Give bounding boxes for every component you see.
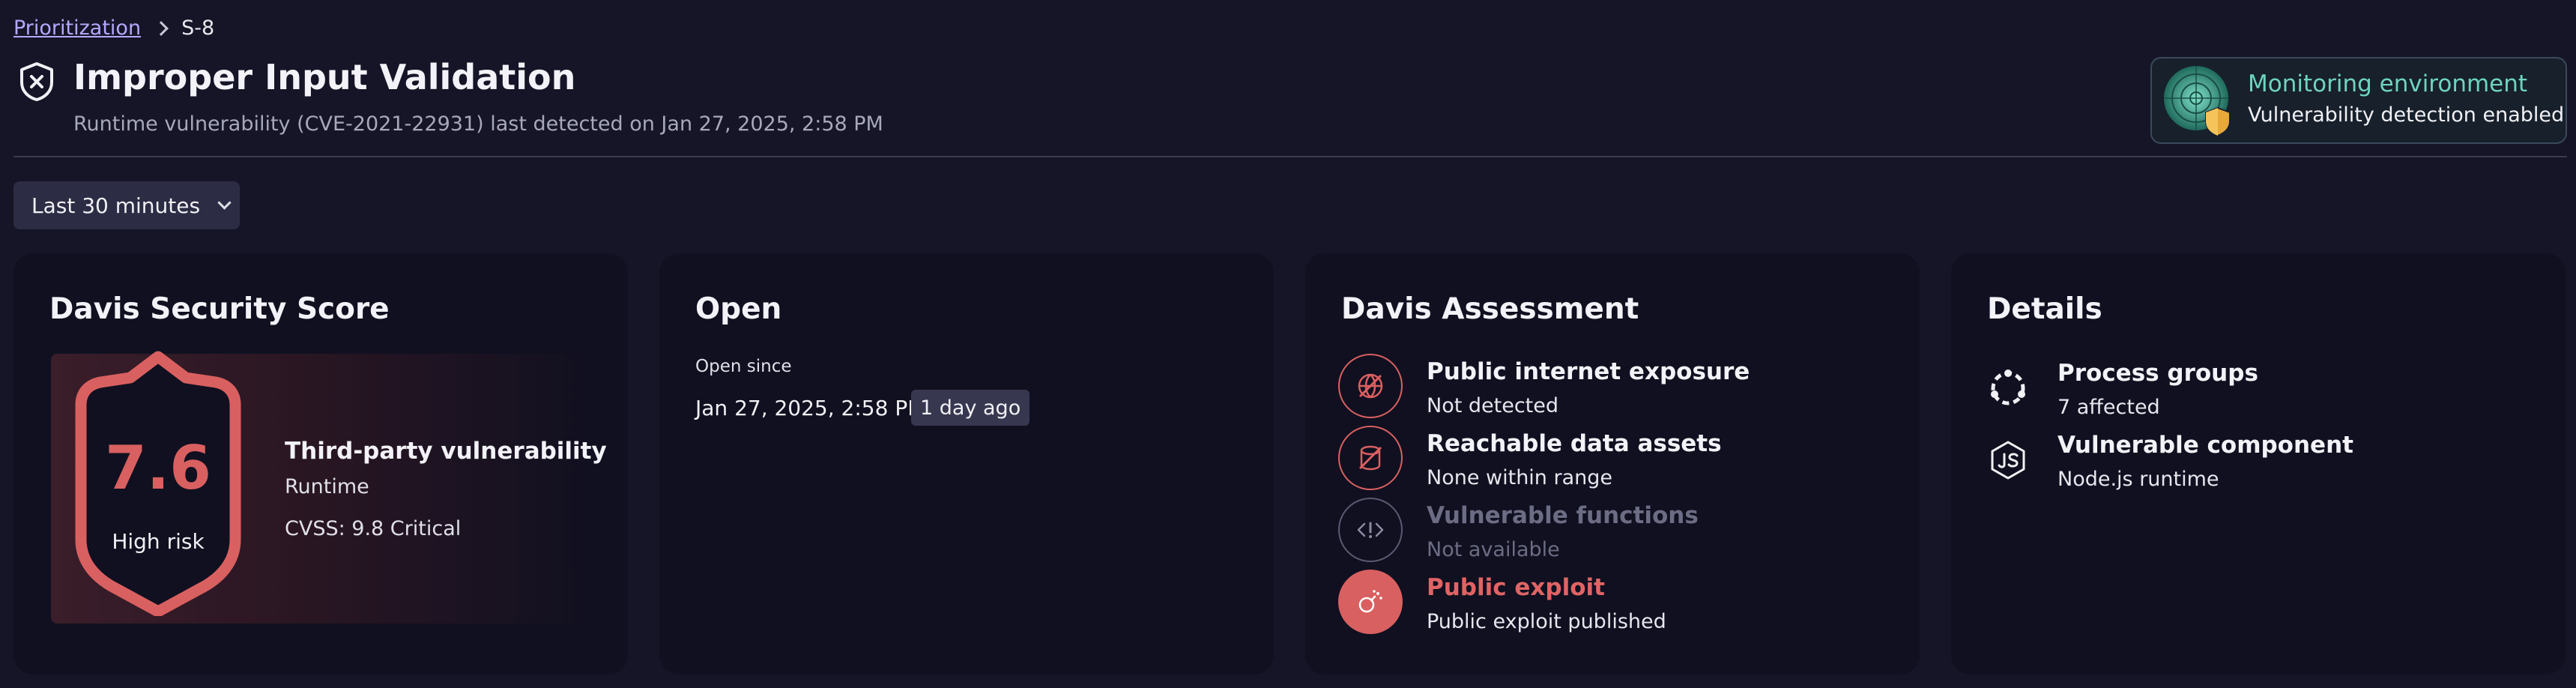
card-title: Details (1987, 292, 2102, 326)
detail-item-process-groups[interactable]: Process groups 7 affected (1984, 357, 2539, 424)
vulnerability-type: Third-party vulnerability (285, 438, 607, 465)
open-status-card: Open Open since Jan 27, 2025, 2:58 PM 1 … (659, 253, 1274, 675)
card-title: Davis Security Score (49, 292, 390, 326)
assessment-value: None within range (1427, 466, 1613, 489)
assessment-item-vulnerable-functions[interactable]: Vulnerable functions Not available (1338, 498, 1893, 565)
davis-security-score-card: Davis Security Score 7.6 High risk Third… (13, 253, 628, 675)
score-value: 7.6 (105, 433, 211, 503)
assessment-item-public-exploit[interactable]: Public exploit Public exploit published (1338, 570, 1893, 637)
shield-x-icon (20, 62, 53, 101)
detail-item-vulnerable-component[interactable]: Vulnerable component Node.js runtime (1984, 429, 2539, 496)
chevron-right-icon (154, 20, 169, 36)
assessment-item-internet-exposure[interactable]: Public internet exposure Not detected (1338, 354, 1893, 421)
nodejs-icon (1984, 436, 2032, 484)
detail-value: 7 affected (2058, 396, 2160, 419)
assessment-name: Vulnerable functions (1427, 502, 1699, 529)
assessment-value: Not available (1427, 538, 1560, 561)
detail-name: Process groups (2058, 360, 2258, 387)
chevron-down-icon (217, 195, 232, 210)
assessment-name: Reachable data assets (1427, 430, 1722, 457)
page-title: Improper Input Validation (73, 57, 576, 97)
breadcrumb: Prioritization S-8 (13, 16, 214, 40)
risk-level: High risk (112, 529, 205, 554)
cvss-score: CVSS: 9.8 Critical (285, 517, 462, 540)
assessment-name: Public internet exposure (1427, 358, 1750, 385)
page-subtitle: Runtime vulnerability (CVE-2021-22931) l… (73, 112, 883, 136)
assessment-name: Public exploit (1427, 574, 1605, 601)
assessment-value: Public exploit published (1427, 610, 1666, 633)
davis-assessment-card: Davis Assessment Public internet exposur… (1305, 253, 1920, 675)
timeframe-selector[interactable]: Last 30 minutes (13, 181, 240, 229)
code-alert-icon (1338, 498, 1403, 562)
monitoring-title: Monitoring environment (2248, 70, 2528, 97)
detail-value: Node.js runtime (2058, 468, 2219, 491)
breadcrumb-link-prioritization[interactable]: Prioritization (13, 16, 141, 40)
relative-time-badge: 1 day ago (911, 390, 1030, 426)
bomb-icon (1338, 570, 1403, 634)
process-group-icon (1984, 364, 2032, 412)
card-title: Open (695, 292, 782, 326)
monitoring-subtitle: Vulnerability detection enabled (2248, 103, 2565, 127)
radar-shield-icon (2164, 66, 2231, 137)
timeframe-label: Last 30 minutes (31, 193, 201, 218)
vulnerability-scope: Runtime (285, 475, 369, 498)
monitoring-status-panel: Monitoring environment Vulnerability det… (2150, 57, 2567, 144)
details-card: Details Process groups 7 affected Vulner… (1951, 253, 2566, 675)
header-divider (13, 156, 2567, 157)
detail-name: Vulnerable component (2058, 432, 2353, 459)
assessment-item-data-assets[interactable]: Reachable data assets None within range (1338, 426, 1893, 493)
card-title: Davis Assessment (1341, 292, 1639, 326)
breadcrumb-current: S-8 (181, 16, 215, 40)
database-crossed-icon (1338, 426, 1403, 490)
open-since-date: Jan 27, 2025, 2:58 PM (695, 396, 926, 420)
open-since-label: Open since (695, 357, 792, 376)
assessment-value: Not detected (1427, 394, 1559, 417)
globe-crossed-icon (1338, 354, 1403, 418)
